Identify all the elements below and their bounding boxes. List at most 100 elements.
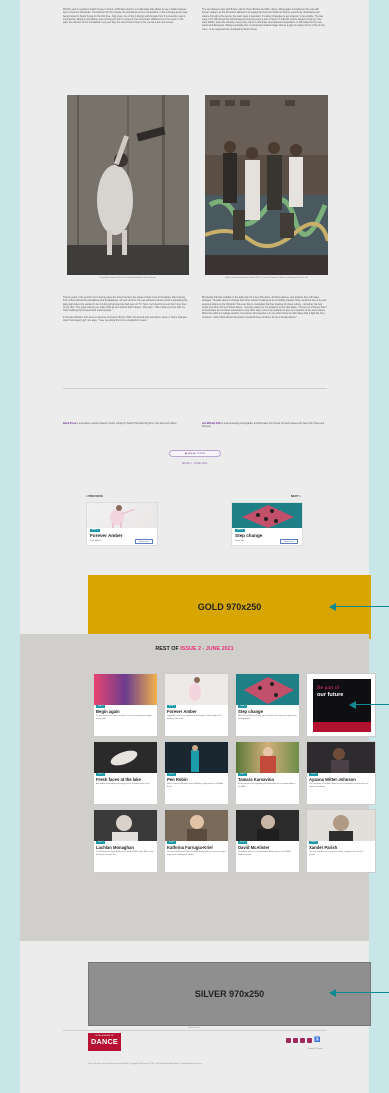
grid-card-image [236, 674, 299, 705]
byline-left-name[interactable]: David R Lee [63, 423, 76, 425]
grid-card-desc: The first male dancer to reach the reali… [309, 851, 364, 856]
article-photo-right [205, 95, 328, 275]
divider [63, 388, 327, 389]
byline-left: David R Lee is a freelance reporter base… [63, 423, 188, 426]
grid-card-title: Pen Robin [167, 777, 188, 782]
grid-card-desc: The Artistic Director of the Australian … [238, 851, 292, 856]
article-col-left-top: PIU2U); and in a parked Jewish house in … [63, 8, 188, 25]
silver-ad-arrow-icon [329, 987, 389, 999]
grid-card-begin-again[interactable]: Issue 2 Begin again It's time to move th… [93, 673, 158, 737]
privacy-link[interactable]: Privacy & Cookies [308, 1048, 323, 1050]
grid-card-badge: Issue 2 [167, 773, 177, 776]
photo-caption-left: Kong-Wipe Kwalle; Photo: Kwa-Kwalle DaWe… [99, 277, 157, 279]
grid-card-image [165, 742, 228, 773]
rest-of-issue-title: REST OF ISSUE 2 - JUNE 2021 [20, 646, 369, 652]
previous-article-card[interactable]: Issue 2 Forever Amber Jens Alford Read m… [86, 502, 158, 546]
logo-big-text: DANCE [90, 1036, 119, 1046]
issue-link[interactable]: ISSUE 2 - JUNE 2021 [20, 462, 369, 465]
rest-title-prefix: REST OF [155, 646, 179, 652]
article-col-left-bottom: Twenty years in the junction for b-boyin… [63, 296, 188, 323]
gold-ad-arrow-icon [329, 601, 389, 613]
grid-card-forever-amber[interactable]: Issue 2 Forever Amber Jagentelen met at … [164, 673, 229, 737]
linkedin-icon[interactable] [307, 1038, 312, 1043]
grid-card-kathrina-farrugia-kriel[interactable]: Issue 2 Kathrina Farrugia-Kriel The Head… [164, 809, 229, 873]
future-ad-arrow-icon [349, 699, 389, 711]
next-article-title[interactable]: Step change [235, 533, 262, 538]
previous-issue-badge: Issue 2 [90, 529, 100, 532]
byline-right: Jun Michael Park is a documentary photog… [202, 423, 327, 429]
grid-card-title: Kathrina Farrugia-Kriel [167, 845, 213, 850]
grid-card-desc: It's time to move the dance in dance, th… [96, 715, 153, 720]
grid-card-image [307, 742, 375, 773]
see-all-topics-label: SEE ALL TOPICS [187, 453, 206, 455]
grid-card-badge: Issue 2 [309, 773, 319, 776]
grid-card-badge: Issue 2 [96, 773, 106, 776]
grid-card-badge: Issue 2 [309, 841, 319, 844]
grid-card-pen-robin[interactable]: Issue 2 Pen Robin How it at work's Movab… [164, 741, 229, 805]
next-article-author: Katie Slb [235, 540, 244, 542]
grid-card-image [307, 810, 375, 841]
grid-card-image [165, 810, 228, 841]
grid-card-title: David McAlister [238, 845, 270, 850]
facebook-icon[interactable] [286, 1038, 291, 1043]
grid-card-image [94, 810, 157, 841]
grid-card-desc: A new portrait of the legendary Russian … [238, 783, 296, 788]
previous-article-title[interactable]: Forever Amber [90, 533, 123, 538]
next-article-card[interactable]: Issue 2 Step change Katie Slb Read more [231, 502, 303, 546]
grid-card-badge: Issue 2 [96, 705, 106, 708]
grid-card-desc: Are leading contemporary dancing places … [96, 783, 150, 785]
photo-caption-right: Cypher United and/Good in Seoul 2021; 1 … [225, 277, 308, 279]
grid-card-desc: The composer, are cellist without a mere… [309, 783, 369, 788]
previous-article-author: Jens Alford [90, 540, 101, 542]
grid-card-desc: How it at work's Movable Dance Williams,… [167, 783, 224, 788]
grid-card-fresh-faces[interactable]: Issue 2 Fresh faces at the lake Are lead… [93, 741, 158, 805]
grid-card-image [236, 742, 299, 773]
grid-card-desc: We're two of their the b-boy you the lea… [238, 715, 297, 720]
previous-read-more-button[interactable]: Read more [135, 539, 153, 544]
accessibility-icon[interactable]: ♿ [314, 1038, 320, 1043]
byline-right-text: is a documentary photographer and filmma… [202, 423, 325, 428]
next-link[interactable]: NEXT > [291, 494, 301, 498]
grid-card-image [94, 742, 157, 773]
previous-article-image [87, 503, 157, 528]
grid-card-title: Forever Amber [167, 709, 197, 714]
rest-title-issue[interactable]: ISSUE 2 - JUNE 2021 [180, 646, 233, 652]
grid-card-david-mcallister[interactable]: Issue 2 David McAlister The Artistic Dir… [235, 809, 300, 873]
page: PIU2U); and in a parked Jewish house in … [20, 0, 389, 1093]
grid-card-xander-parish[interactable]: Issue 2 Xander Parish The first male dan… [306, 809, 376, 873]
grid-card-step-change[interactable]: Issue 2 Step change We're two of their t… [235, 673, 300, 737]
rad-logo[interactable]: ROYAL ACADEMY OF DANCE [88, 1033, 121, 1051]
article-col-right-top: The two dancers were find B-boy Loki ito… [202, 8, 325, 31]
grid-card-title: Lachlan Monaghan [96, 845, 134, 850]
next-read-more-button[interactable]: Read more [280, 539, 298, 544]
footer-divider [63, 1030, 327, 1031]
grid-card-title: Fresh faces at the lake [96, 777, 141, 782]
next-issue-badge: Issue 2 [235, 529, 245, 532]
grid-card-image [236, 810, 299, 841]
grid-card-desc: The Birmingham Royal Ballet, were with t… [96, 851, 154, 856]
grid-card-title: Xander Parish [309, 845, 338, 850]
grid-card-ayanna-witter-johnson[interactable]: Issue 2 Ayanna Witter-Johnson The compos… [306, 741, 376, 805]
grid-card-image [165, 674, 228, 705]
grid-card-title: Tamara Karsavina [238, 777, 274, 782]
future-ad-line1: Be part of [317, 685, 340, 691]
byline-left-text: is a freelance reporter based in Seoul, … [76, 423, 177, 425]
gold-ad-label: GOLD 970x250 [197, 602, 262, 612]
grid-card-desc: The Head of Research Mine the RAD facult… [167, 851, 227, 856]
previous-link[interactable]: < PREVIOUS [86, 494, 103, 498]
instagram-icon[interactable] [293, 1038, 298, 1043]
grid-card-badge: Issue 2 [167, 841, 177, 844]
article-photo-left [67, 95, 189, 275]
grid-card-desc: Jagentelen met at her mother's of watchi… [167, 715, 222, 720]
grid-card-title: Begin again [96, 709, 120, 714]
next-article-image [232, 503, 302, 528]
see-all-topics-button[interactable]: ◉ SEE ALL TOPICS [169, 450, 221, 457]
grid-card-badge: Issue 2 [167, 705, 177, 708]
grid-card-image [94, 674, 157, 705]
silver-ad-label: SILVER 970x250 [194, 989, 265, 999]
byline-right-name[interactable]: Jun Michael Park [202, 423, 221, 425]
youtube-icon[interactable] [300, 1038, 305, 1043]
grid-card-tamara-karsavina[interactable]: Issue 2 Tamara Karsavina A new portrait … [235, 741, 300, 805]
grid-card-badge: Issue 2 [238, 773, 248, 776]
grid-card-lachlan-monaghan[interactable]: Issue 2 Lachlan Monaghan The Birmingham … [93, 809, 158, 873]
